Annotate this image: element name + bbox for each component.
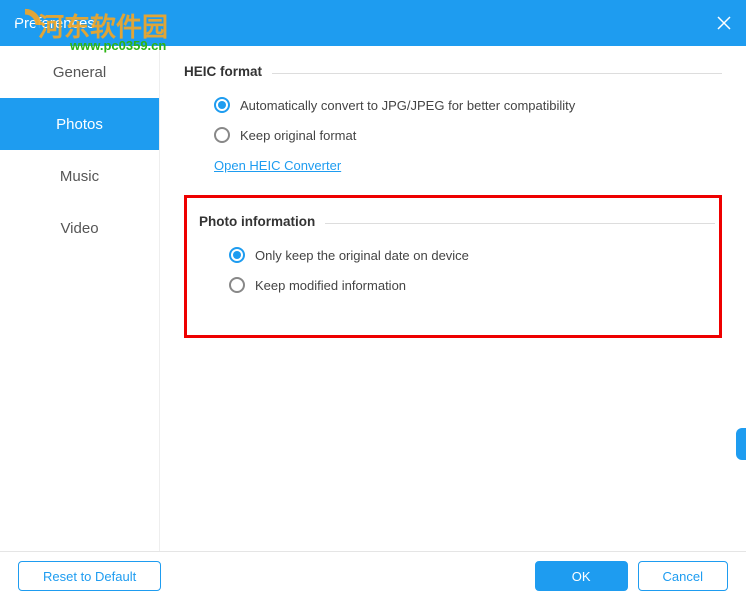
heic-title: HEIC format: [184, 64, 262, 79]
window-title: Preferences: [14, 15, 95, 32]
divider: [325, 223, 715, 224]
cancel-button[interactable]: Cancel: [638, 561, 728, 591]
sidebar-item-label: Music: [60, 168, 99, 185]
ok-label: OK: [572, 569, 591, 584]
edge-tab[interactable]: [736, 428, 746, 460]
reset-button[interactable]: Reset to Default: [18, 561, 161, 591]
photo-info-option-modified[interactable]: Keep modified information: [229, 277, 715, 293]
radio-icon: [214, 97, 230, 113]
sidebar-item-label: Photos: [56, 116, 103, 133]
sidebar-item-photos[interactable]: Photos: [0, 98, 159, 150]
footer: Reset to Default OK Cancel: [0, 551, 746, 600]
cancel-label: Cancel: [663, 569, 703, 584]
close-icon: [716, 15, 732, 31]
close-button[interactable]: [716, 15, 732, 31]
radio-label: Keep original format: [240, 128, 356, 143]
sidebar-item-video[interactable]: Video: [0, 202, 159, 254]
radio-icon: [229, 247, 245, 263]
ok-button[interactable]: OK: [535, 561, 628, 591]
photo-info-option-original-date[interactable]: Only keep the original date on device: [229, 247, 715, 263]
reset-label: Reset to Default: [43, 569, 136, 584]
sidebar-item-label: General: [53, 64, 106, 81]
sidebar-item-label: Video: [60, 220, 98, 237]
heic-option-keep-original[interactable]: Keep original format: [214, 127, 722, 143]
highlight-box: Photo information Only keep the original…: [184, 195, 722, 338]
sidebar: General Photos Music Video: [0, 46, 160, 551]
radio-label: Only keep the original date on device: [255, 248, 469, 263]
sidebar-item-music[interactable]: Music: [0, 150, 159, 202]
divider: [272, 73, 722, 74]
radio-label: Keep modified information: [255, 278, 406, 293]
titlebar: Preferences: [0, 0, 746, 46]
radio-icon: [229, 277, 245, 293]
photo-info-title: Photo information: [199, 214, 315, 229]
content-pane: HEIC format Automatically convert to JPG…: [160, 46, 746, 551]
heic-section: HEIC format Automatically convert to JPG…: [184, 64, 722, 175]
radio-label: Automatically convert to JPG/JPEG for be…: [240, 98, 575, 113]
heic-option-auto-convert[interactable]: Automatically convert to JPG/JPEG for be…: [214, 97, 722, 113]
radio-icon: [214, 127, 230, 143]
sidebar-item-general[interactable]: General: [0, 46, 159, 98]
open-heic-converter-link[interactable]: Open HEIC Converter: [214, 158, 341, 173]
